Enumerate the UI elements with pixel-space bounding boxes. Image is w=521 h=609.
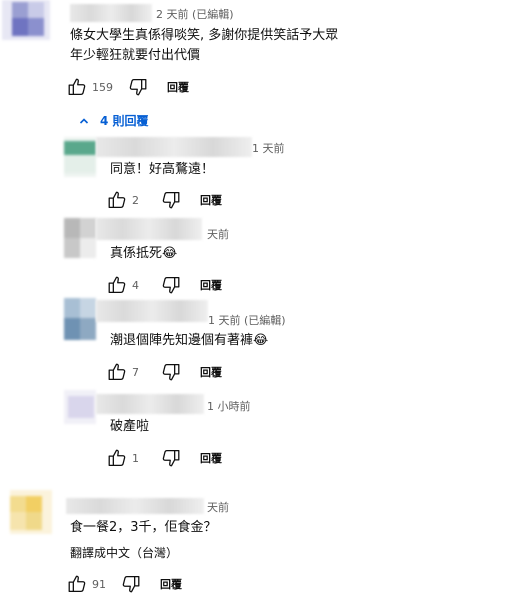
author-name[interactable] — [96, 300, 208, 322]
author-name[interactable] — [96, 137, 252, 157]
thumbs-down-icon[interactable] — [127, 76, 149, 98]
thumbs-up-icon[interactable] — [66, 573, 88, 595]
avatar[interactable] — [2, 0, 50, 40]
comment-text-line: 年少輕狂就要付出代價 — [70, 48, 201, 63]
like-count: 159 — [92, 80, 113, 94]
reply-button[interactable]: 回覆 — [200, 277, 222, 293]
comment-text: 食一餐2，3千，佢食金？ — [70, 520, 217, 535]
author-name[interactable] — [96, 218, 202, 240]
reply-button[interactable]: 回覆 — [200, 450, 222, 466]
comment-time[interactable]: 2 天前 (已編輯) — [156, 6, 234, 22]
comment-actions: 91 回覆 — [66, 572, 182, 596]
thumbs-up-icon[interactable] — [106, 274, 128, 296]
comment-time[interactable]: 天前 — [207, 499, 229, 515]
reply-button[interactable]: 回覆 — [160, 576, 182, 592]
reply-actions: 7 回覆 — [106, 360, 222, 384]
reply-button[interactable]: 回覆 — [200, 364, 222, 380]
thumbs-down-icon[interactable] — [160, 274, 182, 296]
comment-actions: 159 回覆 — [66, 75, 189, 99]
thumbs-down-icon[interactable] — [160, 361, 182, 383]
avatar[interactable] — [64, 218, 96, 258]
comment-text-line: 條女大學生真係得啖笑, 多謝你提供笑話予大眾 — [70, 28, 339, 43]
avatar[interactable] — [64, 298, 96, 340]
like-count: 7 — [132, 365, 139, 379]
like-count: 91 — [92, 577, 106, 591]
avatar[interactable] — [10, 490, 52, 534]
reply-time[interactable]: 天前 — [207, 226, 229, 242]
replies-toggle[interactable]: 4 則回覆 — [78, 112, 149, 129]
reply-time[interactable]: 1 小時前 — [207, 398, 251, 414]
reply-text: 同意！好高鶩遠！ — [110, 162, 215, 177]
thumbs-up-icon[interactable] — [66, 76, 88, 98]
reply-button[interactable]: 回覆 — [167, 79, 189, 95]
replies-toggle-label: 4 則回覆 — [100, 114, 149, 128]
thumbs-up-icon[interactable] — [106, 189, 128, 211]
reply-button[interactable]: 回覆 — [200, 192, 222, 208]
thumbs-up-icon[interactable] — [106, 447, 128, 469]
reply-actions: 2 回覆 — [106, 188, 222, 212]
like-count: 1 — [132, 451, 139, 465]
avatar[interactable] — [64, 137, 96, 177]
reply-text: 破產啦 — [110, 419, 150, 434]
thumbs-down-icon[interactable] — [160, 447, 182, 469]
reply-time[interactable]: 1 天前 — [252, 140, 285, 156]
reply-time[interactable]: 1 天前 (已編輯) — [208, 312, 286, 328]
thumbs-up-icon[interactable] — [106, 361, 128, 383]
author-name[interactable] — [66, 498, 204, 514]
author-name[interactable] — [70, 4, 152, 22]
like-count: 4 — [132, 278, 139, 292]
reply-actions: 4 回覆 — [106, 273, 222, 297]
thumbs-down-icon[interactable] — [120, 573, 142, 595]
reply-text: 真係抵死😂 — [110, 246, 178, 261]
reply-actions: 1 回覆 — [106, 446, 222, 470]
translate-link[interactable]: 翻譯成中文（台灣） — [70, 544, 178, 561]
avatar[interactable] — [64, 390, 96, 424]
like-count: 2 — [132, 193, 139, 207]
chevron-up-icon — [79, 117, 89, 124]
author-name[interactable] — [96, 394, 204, 414]
reply-text: 潮退個陣先知邊個有著褲😂 — [110, 333, 269, 348]
thumbs-down-icon[interactable] — [160, 189, 182, 211]
